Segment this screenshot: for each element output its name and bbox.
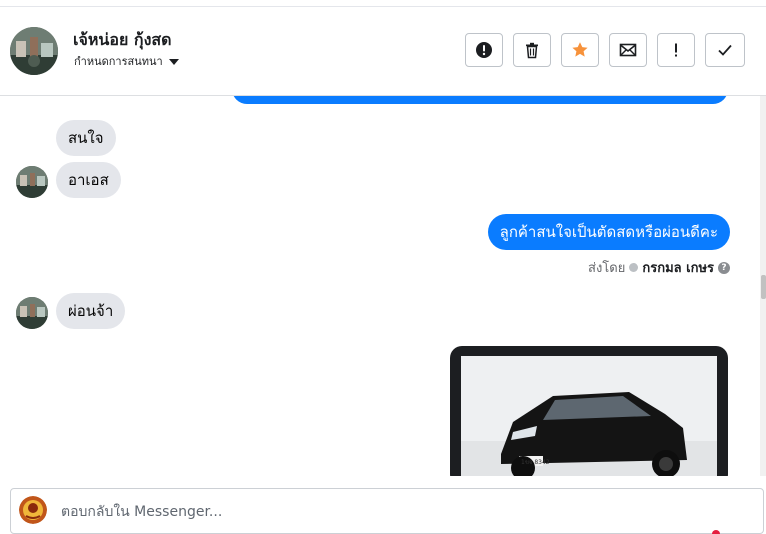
delete-button[interactable] [513, 33, 551, 67]
caret-down-icon [168, 59, 179, 65]
alert-circle-icon [476, 42, 492, 58]
sent-by-prefix: ส่งโดย [588, 261, 626, 276]
outgoing-bubble-partial [232, 96, 728, 104]
contact-avatar-small [16, 297, 48, 329]
page-avatar [19, 496, 47, 524]
exclamation-icon [675, 43, 677, 57]
check-icon [718, 44, 732, 56]
help-icon[interactable]: ? [718, 261, 730, 274]
assign-label: กำหนดการสนทนา [74, 55, 163, 68]
mark-unread-button[interactable] [609, 33, 647, 67]
notification-mark [712, 530, 720, 534]
car-plate: 1ขจ 8342 [521, 459, 550, 466]
incoming-message: สนใจ [56, 120, 116, 156]
incoming-message: ผ่อนจ้า [56, 293, 126, 329]
status-dot-icon [629, 263, 639, 272]
envelope-icon [619, 43, 637, 57]
scrollbar-thumb[interactable] [761, 275, 766, 299]
contact-avatar[interactable] [10, 27, 58, 75]
reply-input[interactable] [59, 499, 743, 525]
done-button[interactable] [705, 33, 745, 67]
message-list[interactable]: สนใจ อาเอส ลูกค้าสนใจเป็นตัดสดหรือผ่อนดี… [0, 96, 760, 476]
trash-icon [526, 42, 538, 59]
contact-avatar-small [16, 166, 48, 198]
assign-conversation-dropdown[interactable]: กำหนดการสนทนา [74, 52, 179, 70]
incoming-message: อาเอส [56, 162, 121, 198]
follow-up-button[interactable] [465, 33, 503, 67]
sent-by-name[interactable]: กรกมล เกษร [642, 257, 714, 278]
spam-button[interactable] [657, 33, 695, 67]
star-icon [572, 42, 588, 57]
star-button[interactable] [561, 33, 599, 67]
sent-by-label: ส่งโดย กรกมล เกษร ? [588, 257, 730, 278]
outgoing-message: ลูกค้าสนใจเป็นตัดสดหรือผ่อนดีคะ [487, 214, 730, 250]
car-photo[interactable]: 1ขจ 8342 [461, 356, 717, 476]
contact-name[interactable]: เจ้หน่อย กุ้งสด [73, 28, 172, 53]
conversation-header: เจ้หน่อย กุ้งสด กำหนดการสนทนา [0, 7, 766, 96]
top-divider [0, 0, 766, 7]
reply-composer [10, 488, 764, 534]
